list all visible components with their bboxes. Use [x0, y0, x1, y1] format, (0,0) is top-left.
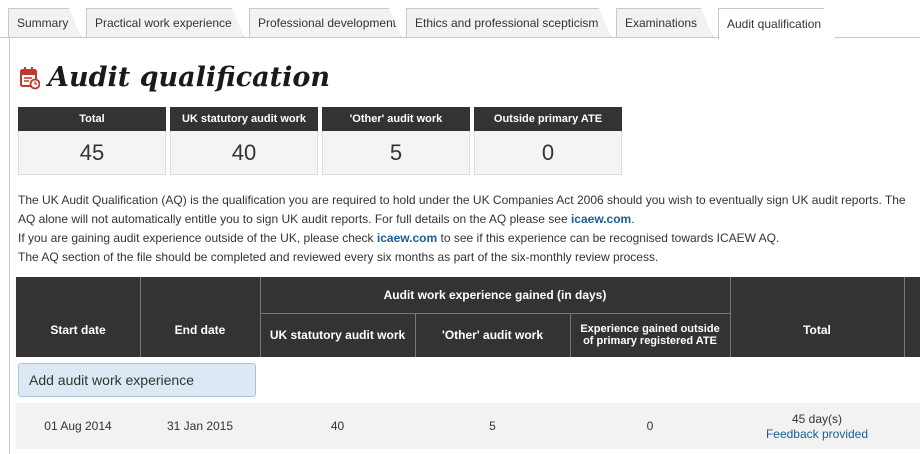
column-divider [730, 277, 731, 357]
description-text: . [631, 212, 635, 226]
column-group-header: Audit work experience gained (in days) [260, 277, 730, 313]
column-header-extra [904, 277, 920, 357]
summary-label: UK statutory audit work [170, 107, 318, 131]
column-header-uk-statutory: UK statutory audit work [260, 313, 415, 357]
summary-other-audit: 'Other' audit work 5 [322, 107, 470, 175]
description-text: If you are gaining audit experience outs… [18, 231, 377, 245]
column-divider [260, 277, 261, 357]
description-paragraph: The AQ section of the file should be com… [18, 250, 659, 264]
tab-label: Ethics and professional scepticism [415, 16, 599, 30]
other-audit-cell: 5 [489, 419, 496, 433]
tab-examinations[interactable]: Examinations [616, 8, 713, 37]
column-divider [140, 277, 141, 357]
content-border [9, 38, 10, 454]
summary-value: 45 [18, 131, 166, 175]
tab-practical-work-experience[interactable]: Practical work experience [86, 8, 244, 37]
summary-outside-ate: Outside primary ATE 0 [474, 107, 622, 175]
page-heading: Audit qualification [20, 62, 330, 93]
tab-label: Audit qualification [727, 17, 822, 31]
summary-value: 40 [170, 131, 318, 175]
tab-summary[interactable]: Summary [8, 8, 81, 37]
column-divider [415, 313, 416, 357]
summary-uk-statutory: UK statutory audit work 40 [170, 107, 318, 175]
column-header-other-audit: 'Other' audit work [415, 313, 570, 357]
tab-label: Practical work experience [95, 16, 232, 30]
tab-audit-qualification[interactable]: Audit qualification [718, 8, 836, 39]
column-divider [570, 313, 571, 357]
header-divider [260, 313, 730, 314]
uk-statutory-cell: 40 [330, 419, 345, 433]
tab-label: Examinations [625, 16, 698, 30]
description-text: to see if this experience can be recogni… [437, 231, 780, 245]
description: The UK Audit Qualification (AQ) is the q… [18, 191, 910, 267]
outside-ate-cell: 0 [646, 419, 654, 433]
tab-professional-development[interactable]: Professional development [249, 8, 401, 37]
column-divider [904, 277, 905, 357]
tab-ethics-professional-scepticism[interactable]: Ethics and professional scepticism [406, 8, 611, 37]
column-header-total: Total [730, 277, 904, 357]
summary-label: Outside primary ATE [474, 107, 622, 131]
start-date-cell: 01 Aug 2014 [44, 419, 112, 433]
summary-total: Total 45 [18, 107, 166, 175]
column-header-outside-ate: Experience gained outside of primary reg… [570, 313, 730, 357]
column-header-start-date: Start date [16, 277, 140, 357]
icaew-link[interactable]: icaew.com [571, 212, 631, 226]
end-date-cell: 31 Jan 2015 [166, 419, 234, 433]
add-audit-work-experience-button[interactable]: Add audit work experience [18, 363, 256, 397]
description-paragraph: If you are gaining audit experience outs… [18, 229, 910, 248]
column-header-end-date: End date [140, 277, 260, 357]
summary-label: 'Other' audit work [322, 107, 470, 131]
description-text: The UK Audit Qualification (AQ) is the q… [18, 193, 906, 226]
feedback-provided-link[interactable]: Feedback provided [766, 427, 868, 441]
calendar-clock-icon [20, 66, 40, 89]
page-title: Audit qualification [48, 62, 331, 93]
icaew-link[interactable]: icaew.com [377, 231, 437, 245]
tab-bar: Summary Practical work experience Profes… [0, 0, 920, 38]
tab-label: Professional development [258, 16, 397, 30]
summary-value: 5 [322, 131, 470, 175]
table-row[interactable]: 01 Aug 2014 31 Jan 2015 40 5 0 45 day(s)… [16, 403, 920, 449]
total-days: 45 day(s) [791, 411, 843, 426]
summary-value: 0 [474, 131, 622, 175]
tab-label: Summary [17, 16, 69, 30]
total-cell: 45 day(s) Feedback provided [730, 403, 904, 449]
description-paragraph: The UK Audit Qualification (AQ) is the q… [18, 191, 910, 229]
summary-label: Total [18, 107, 166, 131]
